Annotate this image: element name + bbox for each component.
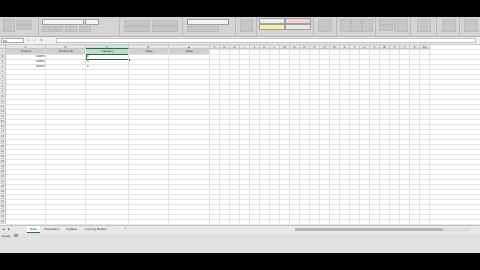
sort-filter-button[interactable] [394, 19, 408, 32]
enter-icon[interactable]: ✓ [34, 38, 37, 42]
grid-line [339, 49, 340, 225]
find-select-button[interactable] [417, 19, 431, 32]
style-neutral[interactable] [259, 24, 285, 30]
grid-line [349, 49, 350, 225]
ribbon-group-ideas [437, 17, 460, 36]
fill-button[interactable] [379, 25, 393, 31]
ribbon-group-clipboard [0, 17, 39, 36]
ribbon-group-font [39, 17, 120, 36]
worksheet-grid: A B C D E F G H I J K L M N O P Q R S T U V W X Y Z AA 1 2 3 4 5 6 7 8 9 10… [0, 45, 480, 225]
product-cell[interactable]: 100PX [6, 64, 46, 69]
grid-line [309, 49, 310, 225]
ribbon-group-styles-more [314, 17, 337, 36]
grid-line [85, 49, 86, 225]
italic-button[interactable] [49, 26, 56, 32]
header-cell-value[interactable]: Value [129, 49, 169, 54]
format-button[interactable] [362, 19, 373, 32]
grid-line [168, 49, 169, 225]
ribbon-group-extra [460, 17, 480, 36]
font-family-select[interactable] [42, 19, 84, 25]
grid-line [279, 49, 280, 225]
font-size-select[interactable] [85, 19, 99, 25]
formula-bar: C2 × ✓ fx [0, 37, 480, 45]
ribbon-group-styles [257, 17, 314, 36]
header-cell-value-2[interactable]: Value [169, 49, 210, 54]
grid-line [209, 49, 210, 225]
cancel-icon[interactable]: × [28, 38, 30, 42]
ribbon-group-number [183, 17, 236, 36]
grid-line [319, 49, 320, 225]
grid-line [269, 49, 270, 225]
horizontal-align-buttons[interactable] [124, 26, 150, 32]
scrollbar-thumb[interactable] [295, 228, 443, 231]
cell-styles-button[interactable] [318, 19, 332, 32]
ribbon-group-editing [376, 17, 411, 36]
copy-button[interactable] [16, 25, 32, 30]
fx-icon[interactable]: fx [40, 38, 42, 42]
formula-input[interactable] [56, 38, 476, 43]
grid-line [249, 49, 250, 225]
cell-area[interactable]: Product Product ID Category Value Value … [6, 49, 480, 225]
grid-line [389, 49, 390, 225]
delete-button[interactable] [351, 19, 362, 32]
borders-button[interactable] [65, 26, 77, 32]
grid-line [289, 49, 290, 225]
grid-line [45, 49, 46, 225]
status-ready: Ready [2, 234, 11, 238]
grid-line [229, 49, 230, 225]
style-calculation[interactable] [285, 24, 311, 30]
grid-line [329, 49, 330, 225]
grid-line [299, 49, 300, 225]
grid-line [379, 49, 380, 225]
add-sheet-icon[interactable]: + [124, 226, 126, 232]
value-cell[interactable]: 0 [86, 64, 106, 69]
conditional-formatting-button[interactable] [240, 19, 253, 32]
status-bar: Ready [0, 233, 480, 253]
sheet-tab-preparation[interactable]: Preparation [41, 226, 63, 232]
formula-bar-icons: × ✓ fx [28, 38, 54, 43]
ribbon-group-cells [337, 17, 376, 36]
sheet-nav-next-icon[interactable]: ▶ [8, 227, 10, 232]
macro-record-icon[interactable] [14, 234, 18, 237]
grid-line [128, 49, 129, 225]
grid-line [239, 49, 240, 225]
horizontal-scrollbar[interactable] [295, 228, 470, 231]
sheet-tab-data[interactable]: Data [27, 226, 40, 233]
name-box[interactable]: C2 [1, 38, 24, 43]
number-format-buttons[interactable] [187, 26, 219, 32]
fill-color-button[interactable] [79, 26, 91, 32]
sheet-tab-forming-method[interactable]: Forming Method [82, 226, 110, 232]
header-cell-product-id[interactable]: Product ID [46, 49, 86, 54]
grid-line [259, 49, 260, 225]
grid-line [429, 49, 430, 225]
ideas-button[interactable] [442, 19, 456, 32]
number-format-select[interactable] [187, 19, 229, 25]
ribbon [0, 17, 480, 37]
grid-line [369, 49, 370, 225]
grid-line [399, 49, 400, 225]
grid-line [219, 49, 220, 225]
insert-button[interactable] [340, 19, 351, 32]
merge-center-button[interactable] [152, 26, 178, 32]
paste-button[interactable] [3, 19, 15, 32]
sheet-nav-prev-icon[interactable]: ◀ [2, 227, 4, 232]
sheet-tab-updates[interactable]: Updates [63, 226, 80, 232]
ribbon-group-find [411, 17, 437, 36]
grid-line [359, 49, 360, 225]
bold-button[interactable] [42, 26, 49, 32]
add-ins-button[interactable] [464, 19, 478, 32]
grid-line [419, 49, 420, 225]
ribbon-group-alignment [120, 17, 183, 36]
underline-button[interactable] [56, 26, 63, 32]
ribbon-group-conditional [236, 17, 257, 36]
excel-window: C2 × ✓ fx A B C D E F G H I J K L M N O P Q R S T U V W X Y Z AA 123… [0, 17, 480, 253]
grid-line [409, 49, 410, 225]
sheet-tab-bar: ◀ ▶ Data Preparation Updates Forming Met… [0, 225, 480, 233]
